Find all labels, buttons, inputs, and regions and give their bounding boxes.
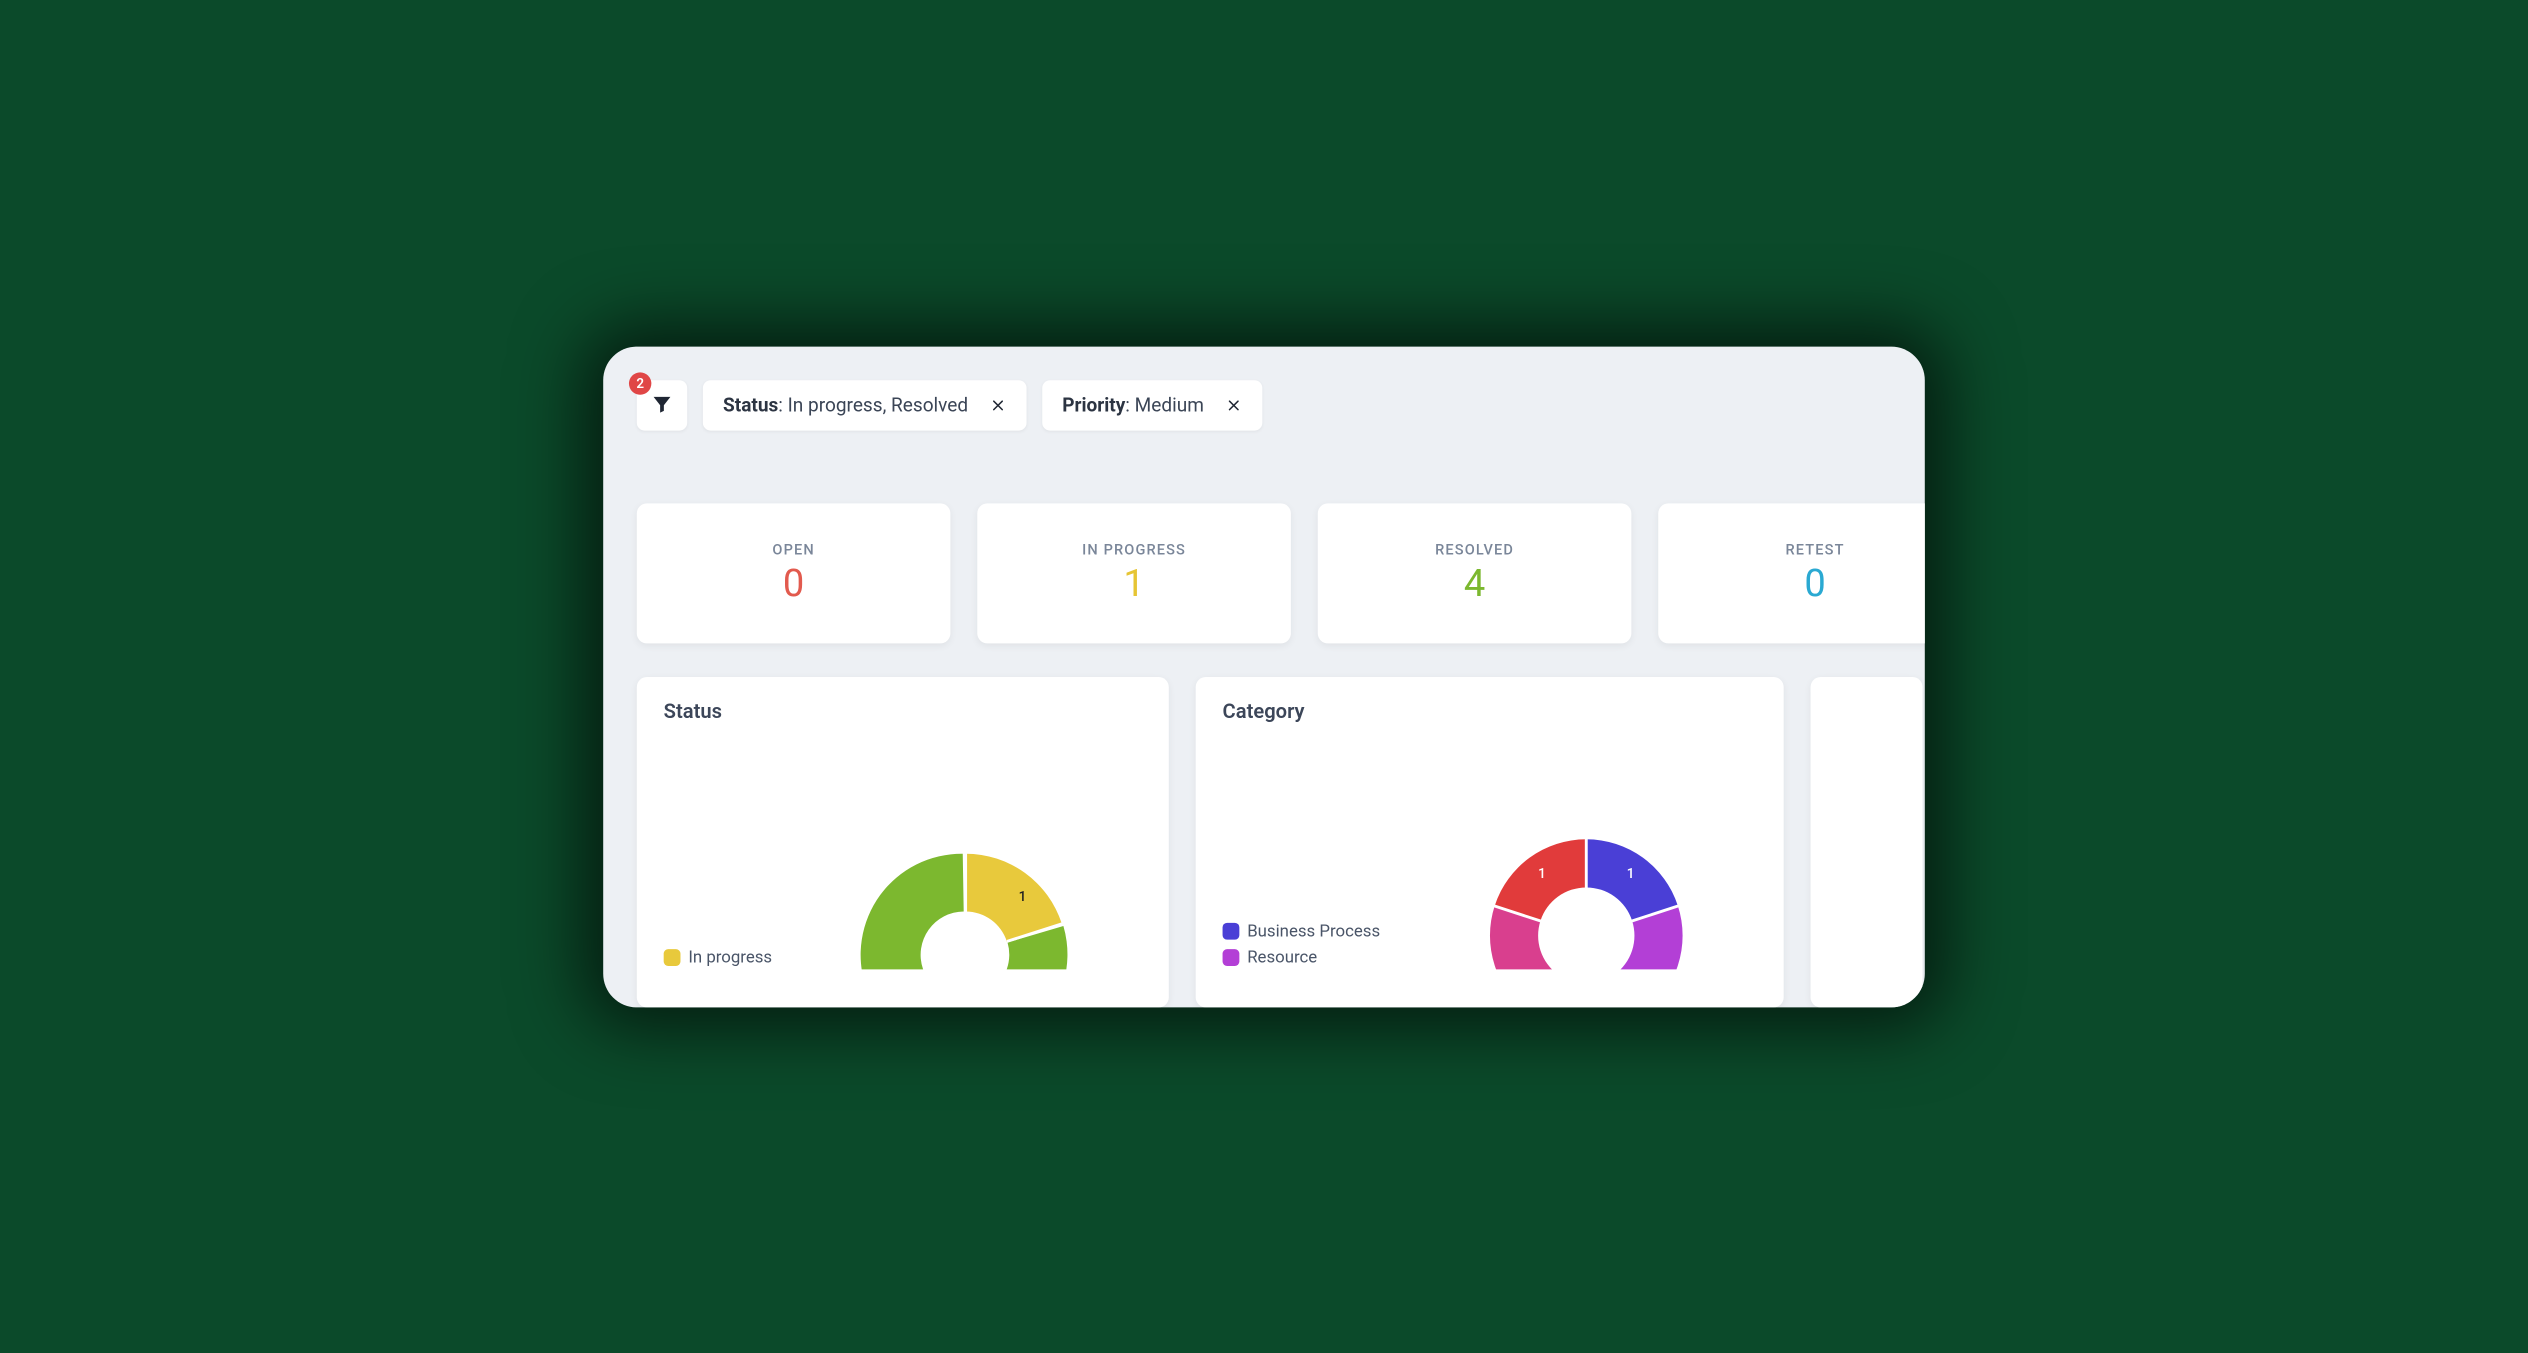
stat-card-in-progress[interactable]: IN PROGRESS 1: [977, 503, 1291, 643]
chart-title: Status: [664, 699, 1142, 723]
legend-label: Resource: [1247, 947, 1317, 967]
legend-item[interactable]: Business Process: [1223, 921, 1381, 941]
legend-label: In progress: [688, 947, 772, 967]
filter-bar: 2 Status: In progress, Resolved Priority…: [637, 380, 1891, 430]
legend-label: Business Process: [1247, 921, 1380, 941]
chart-title: Category: [1223, 699, 1757, 723]
slice-label: 1: [1538, 865, 1546, 881]
filter-chip-label: Status: In progress, Resolved: [723, 394, 968, 416]
chart-card-extra: [1811, 677, 1923, 1007]
legend-swatch: [1223, 922, 1240, 939]
chart-card-status: Status In progress: [637, 677, 1169, 1007]
slice-label: 1: [1018, 888, 1026, 904]
stat-label: RETEST: [1786, 541, 1845, 558]
filter-chip-priority[interactable]: Priority: Medium: [1042, 380, 1262, 430]
stat-cards-row: OPEN 0 IN PROGRESS 1 RESOLVED 4 RETEST 0: [637, 503, 1925, 643]
app-window: 2 Status: In progress, Resolved Priority…: [603, 346, 1925, 1007]
stat-label: IN PROGRESS: [1082, 541, 1186, 558]
stat-value: 0: [1804, 560, 1825, 605]
stat-label: RESOLVED: [1435, 541, 1514, 558]
stat-value: 1: [1123, 560, 1144, 605]
funnel-icon: [651, 393, 673, 418]
legend-swatch: [1223, 948, 1240, 965]
filter-button[interactable]: 2: [637, 380, 687, 430]
status-donut-chart: 1: [789, 728, 1142, 969]
legend-item[interactable]: In progress: [664, 947, 772, 967]
filter-count-badge: 2: [629, 372, 651, 394]
stat-card-retest[interactable]: RETEST 0: [1658, 503, 1925, 643]
chart-legend: In progress: [664, 947, 772, 969]
stat-value: 0: [783, 560, 804, 605]
filter-chip-status[interactable]: Status: In progress, Resolved: [703, 380, 1026, 430]
stat-card-resolved[interactable]: RESOLVED 4: [1318, 503, 1632, 643]
close-icon[interactable]: [985, 392, 1011, 418]
stat-label: OPEN: [772, 541, 814, 558]
legend-item[interactable]: Resource: [1223, 947, 1381, 967]
chart-legend: Business Process Resource: [1223, 921, 1381, 969]
slice-label: 1: [1627, 865, 1635, 881]
category-donut-chart: 1 1: [1397, 728, 1757, 969]
legend-swatch: [664, 948, 681, 965]
chart-panels-row: Status In progress: [637, 677, 1925, 1007]
chart-card-category: Category Business Process Resource: [1196, 677, 1784, 1007]
close-icon[interactable]: [1221, 392, 1247, 418]
stat-card-open[interactable]: OPEN 0: [637, 503, 951, 643]
stat-value: 4: [1464, 560, 1485, 605]
filter-chip-label: Priority: Medium: [1062, 394, 1204, 416]
